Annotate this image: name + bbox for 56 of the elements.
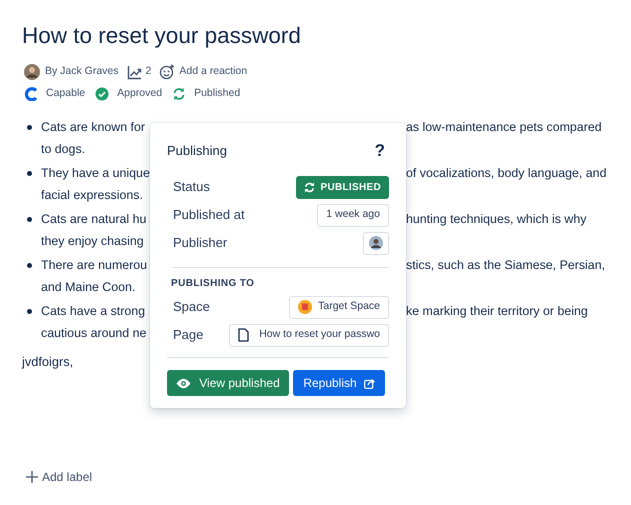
avatar-icon	[369, 236, 383, 250]
status-badge: PUBLISHED	[296, 176, 389, 198]
page-chip[interactable]: How to reset your passwo	[229, 324, 389, 346]
author-name[interactable]: By Jack Graves	[45, 64, 119, 80]
share-icon	[364, 378, 375, 388]
list-text: Cats are natural hu	[41, 210, 148, 228]
plus-icon	[26, 471, 38, 483]
list-text: hunting techniques, which is why	[406, 210, 586, 228]
sync-icon	[304, 182, 315, 192]
time-chip: 1 week ago	[317, 204, 389, 226]
bullet-icon	[27, 124, 32, 130]
add-reaction-link[interactable]: Add a reaction	[179, 64, 248, 80]
space-chip[interactable]: Target Space	[289, 296, 389, 318]
logo-icon	[24, 86, 38, 101]
list-text: Cats have a strong	[41, 302, 146, 320]
field-label: Status	[173, 178, 210, 196]
field-label: Published at	[173, 206, 245, 224]
field-label: Page	[173, 326, 204, 344]
status-label: Published	[194, 86, 240, 101]
eye-icon	[176, 378, 192, 388]
list-text: ke marking their territory or being	[406, 302, 588, 320]
list-text: of vocalizations, body language, and	[406, 164, 606, 182]
list-text: facial expressions.	[41, 186, 144, 204]
list-text: as low-maintenance pets compared	[406, 118, 602, 136]
page-icon	[238, 328, 250, 342]
field-label: Publisher	[173, 234, 228, 252]
list-text: There are numerou	[41, 256, 148, 274]
bullet-icon	[27, 170, 32, 176]
bullet-icon	[27, 262, 32, 268]
list-text: Cats are known for	[41, 118, 146, 136]
list-text: cautious around ne	[41, 324, 148, 342]
list-text: They have a unique	[41, 164, 150, 182]
sync-icon	[172, 86, 186, 101]
list-text: stics, such as the Siamese, Persian,	[406, 256, 606, 274]
bullet-icon	[27, 308, 32, 314]
list-text: and Maine Coon.	[41, 278, 136, 296]
page-title: How to reset your password	[21, 22, 302, 50]
check-circle-icon	[95, 86, 110, 101]
chart-icon	[126, 64, 142, 80]
help-button[interactable]: ?	[374, 138, 385, 164]
bullet-icon	[27, 216, 32, 222]
paragraph: jvdfoigrs,	[20, 352, 74, 371]
view-count: 2	[146, 64, 152, 80]
list-text: they enjoy chasing	[41, 232, 145, 250]
add-label-button[interactable]: Add label	[24, 466, 94, 488]
avatar-icon	[24, 64, 40, 80]
space-icon	[298, 300, 312, 314]
field-label: Space	[173, 298, 210, 316]
view-published-button[interactable]: View published	[167, 370, 289, 396]
status-label: Capable	[46, 86, 86, 101]
list-text: to dogs.	[41, 140, 86, 158]
republish-button[interactable]: Republish	[293, 370, 385, 396]
section-heading: PUBLISHING TO	[170, 277, 256, 291]
popover-title: Publishing	[167, 142, 227, 160]
status-label: Approved	[117, 86, 162, 101]
add-reaction-icon	[159, 64, 176, 80]
